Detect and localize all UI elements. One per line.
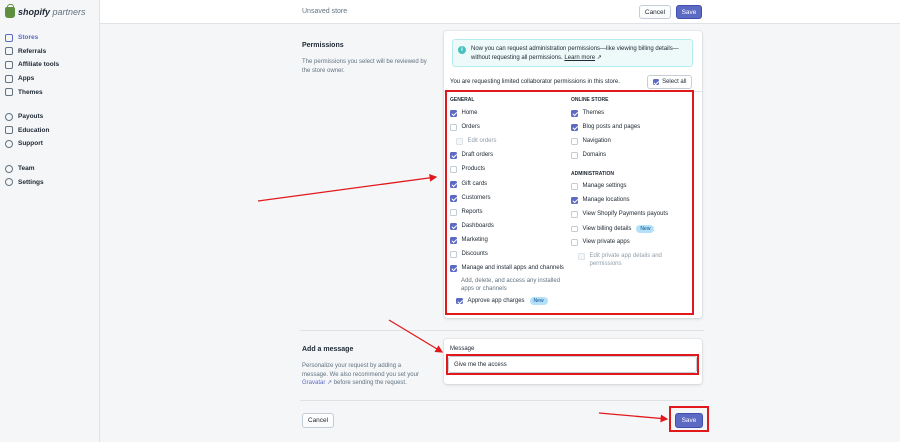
sidebar-item-payouts[interactable]: Payouts [0,110,100,124]
section-divider [300,330,704,331]
save-button[interactable]: Save [676,5,702,19]
select-all-label: Select all [662,79,687,85]
message-title: Add a message [302,346,354,353]
info-icon: i [458,46,466,54]
sidebar-item-label: Team [18,165,35,173]
external-link-icon: ↗ [327,380,333,386]
education-icon [5,126,13,135]
sidebar-item-label: Education [18,126,50,134]
sidebar-item-referrals[interactable]: Referrals [0,45,100,59]
logo-suffix: partners [52,7,86,17]
highlight-box-permissions [445,90,694,315]
external-link-icon: ↗ [596,54,602,61]
support-icon [5,139,13,148]
shopify-partners-logo[interactable]: shopify partners [5,3,86,18]
sidebar-item-stores[interactable]: Stores [0,31,100,45]
highlight-box-save [669,406,709,432]
select-all-checkbox-box [652,78,660,86]
select-all-checkbox[interactable]: Select all [647,75,692,89]
sidebar-item-themes[interactable]: Themes [0,85,100,99]
message-description: Personalize your request by adding a mes… [302,362,420,388]
sidebar-item-affiliate-tools[interactable]: Affiliate tools [0,58,100,72]
affiliate-icon [5,60,13,69]
learn-more-link[interactable]: Learn more [564,55,595,61]
store-icon [5,33,13,42]
sidebar-item-label: Affiliate tools [18,61,60,69]
cancel-button[interactable]: Cancel [639,5,671,19]
arrow-to-save [598,412,669,423]
info-banner: i Now you can request administration per… [452,39,693,67]
referrals-icon [5,47,13,56]
page-title: Unsaved store [302,8,348,15]
team-icon [5,164,13,173]
settings-icon [5,178,13,187]
sidebar-item-label: Stores [18,34,39,42]
footer-divider [300,400,704,401]
sidebar-item-label: Support [18,140,43,148]
nav-main: Stores Referrals Affiliate tools Apps Th… [0,31,100,99]
shopify-bag-icon [5,3,15,18]
permissions-description: The permissions you select will be revie… [302,59,427,74]
arrow-to-message [388,319,444,353]
nav-tertiary: Team Settings [0,162,100,189]
sidebar-item-label: Referrals [18,47,47,55]
logo-brand: shopify [18,7,51,17]
themes-icon [5,88,13,97]
sidebar-item-label: Apps [18,75,35,83]
sidebar-item-label: Themes [18,88,43,96]
permissions-title: Permissions [302,42,344,49]
apps-icon [5,74,13,83]
sidebar: shopify partners Stores Referrals Affili… [0,0,100,442]
message-label: Message [450,346,475,352]
request-text: You are requesting limited collaborator … [450,79,620,85]
nav-secondary: Payouts Education Support [0,110,100,151]
sidebar-item-settings[interactable]: Settings [0,176,100,190]
sidebar-item-label: Settings [18,178,44,186]
sidebar-item-education[interactable]: Education [0,124,100,138]
sidebar-item-label: Payouts [18,113,44,121]
gravatar-link[interactable]: Gravatar [302,380,325,386]
footer-cancel-button[interactable]: Cancel [302,413,334,428]
payouts-icon [5,112,13,121]
sidebar-item-team[interactable]: Team [0,162,100,176]
sidebar-item-apps[interactable]: Apps [0,72,100,86]
banner-text: Now you can request administration permi… [471,45,686,62]
message-desc-text: Personalize your request by adding a mes… [302,363,419,378]
top-bar: Unsaved store [100,0,900,24]
sidebar-item-support[interactable]: Support [0,137,100,151]
message-desc-text-end: before sending the request. [333,380,407,386]
highlight-box-message [446,354,699,375]
arrow-to-permissions [257,174,438,202]
